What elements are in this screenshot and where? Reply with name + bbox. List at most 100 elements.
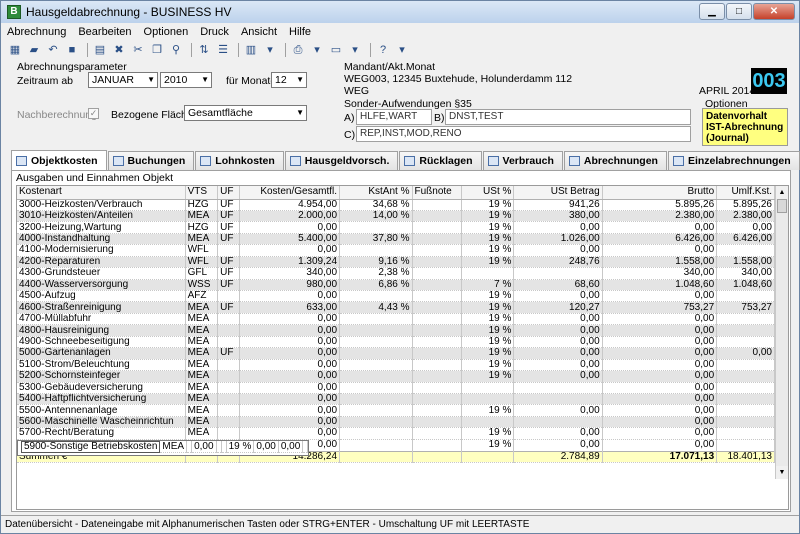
table-cell[interactable]: 0,00 bbox=[602, 347, 718, 360]
table-cell[interactable] bbox=[461, 416, 515, 429]
table-cell[interactable]: 0,00 bbox=[602, 221, 718, 234]
table-cell[interactable]: 0,00 bbox=[239, 324, 341, 337]
table-cell[interactable]: 0,00 bbox=[513, 244, 603, 257]
table-cell[interactable]: 0,00 bbox=[602, 393, 718, 406]
table-cell[interactable]: 1.558,00 bbox=[716, 256, 775, 269]
table-row[interactable]: 4700-Müllabfuhr MEA 0,00 19 % 0,00 0,00 bbox=[17, 313, 775, 326]
table-cell[interactable]: 19 % bbox=[461, 313, 515, 326]
table-cell[interactable]: 6,86 % bbox=[339, 279, 413, 292]
note-icon[interactable]: ▭ bbox=[328, 43, 344, 57]
table-cell[interactable]: 0,00 bbox=[513, 324, 603, 337]
table-cell[interactable]: 0,00 bbox=[602, 336, 718, 349]
table-cell[interactable]: AFZ bbox=[185, 290, 219, 303]
table-cell[interactable]: UF bbox=[217, 233, 241, 246]
table-cell[interactable]: 0,00 bbox=[513, 427, 603, 440]
table-cell[interactable]: 19 % bbox=[461, 439, 515, 452]
table-cell[interactable]: 1.026,00 bbox=[513, 233, 603, 246]
table-cell[interactable] bbox=[339, 290, 413, 303]
table-cell[interactable]: 5.400,00 bbox=[239, 233, 341, 246]
table-cell[interactable] bbox=[716, 427, 775, 440]
table-cell[interactable]: 0,00 bbox=[191, 441, 217, 454]
table-cell[interactable] bbox=[513, 416, 603, 429]
table-cell[interactable]: 340,00 bbox=[602, 267, 718, 280]
table-cell[interactable] bbox=[412, 267, 462, 280]
tab-verbrauch[interactable]: Verbrauch bbox=[482, 151, 563, 170]
table-cell[interactable]: 0,00 bbox=[239, 404, 341, 417]
table-cell[interactable]: MEA bbox=[185, 210, 219, 223]
col-kostenart[interactable]: Kostenart bbox=[17, 186, 186, 200]
table-cell[interactable]: 19 % bbox=[461, 359, 515, 372]
table-cell[interactable]: 5400-Haftpflichtversicherung bbox=[17, 393, 186, 406]
table-cell[interactable]: 0,00 bbox=[239, 393, 341, 406]
table-cell[interactable]: 0,00 bbox=[602, 404, 718, 417]
table-cell[interactable]: 2.000,00 bbox=[239, 210, 341, 223]
table-cell[interactable] bbox=[716, 336, 775, 349]
delete-document-icon[interactable]: ✖ bbox=[111, 43, 127, 57]
table-cell[interactable] bbox=[716, 439, 775, 452]
table-cell[interactable]: 5700-Recht/Beratung bbox=[17, 427, 186, 440]
table-cell[interactable]: 4000-Instandhaltung bbox=[17, 233, 186, 246]
table-cell[interactable]: 1.048,60 bbox=[716, 279, 775, 292]
table-cell[interactable] bbox=[716, 313, 775, 326]
table-cell[interactable]: 2.380,00 bbox=[602, 210, 718, 223]
table-cell[interactable]: UF bbox=[217, 279, 241, 292]
table-cell[interactable]: UF bbox=[217, 267, 241, 280]
table-cell[interactable]: 6.426,00 bbox=[716, 233, 775, 246]
chevron-down-icon[interactable]: ▾ bbox=[262, 43, 278, 57]
table-row[interactable]: 4100-Modernisierung WFL 0,00 19 % 0,00 0,00 bbox=[17, 244, 775, 257]
table-cell[interactable] bbox=[412, 359, 462, 372]
months-select[interactable]: 12 ▼ bbox=[271, 72, 307, 88]
table-cell[interactable]: 0,00 bbox=[602, 324, 718, 337]
optionen-box[interactable]: Datenvorhalt IST-Abrechnung (Journal) bbox=[702, 108, 788, 146]
table-cell[interactable]: 0,00 bbox=[513, 347, 603, 360]
table-cell[interactable]: 0,00 bbox=[239, 244, 341, 257]
table-cell[interactable]: MEA bbox=[185, 233, 219, 246]
flaeche-select[interactable]: Gesamtfläche ▼ bbox=[184, 105, 307, 121]
table-cell[interactable]: 4500-Aufzug bbox=[17, 290, 186, 303]
table-cell[interactable]: 0,00 bbox=[513, 290, 603, 303]
table-row[interactable]: 4600-Straßenreinigung MEA UF 633,00 4,43 % 19… bbox=[17, 301, 775, 314]
table-cell[interactable] bbox=[217, 404, 241, 417]
table-cell[interactable]: 5600-Maschinelle Wascheinrichtun bbox=[17, 416, 186, 429]
table-cell[interactable]: 340,00 bbox=[239, 267, 341, 280]
table-cell[interactable]: 5.895,26 bbox=[602, 199, 718, 211]
tab-abrechnungen[interactable]: Abrechnungen bbox=[563, 151, 667, 170]
table-cell[interactable] bbox=[513, 382, 603, 394]
col-kosten[interactable]: Kosten/Gesamtfl. bbox=[239, 186, 341, 200]
table-cell[interactable]: 5300-Gebäudeversicherung bbox=[17, 382, 186, 394]
table-cell[interactable]: MEA bbox=[185, 324, 219, 337]
table-row[interactable]: 5200-Schornsteinfeger MEA 0,00 19 % 0,00 0,00 bbox=[17, 370, 775, 383]
table-cell[interactable]: 1.558,00 bbox=[602, 256, 718, 269]
table-cell[interactable] bbox=[412, 199, 462, 211]
table-cell[interactable]: 0,00 bbox=[239, 427, 341, 440]
table-cell[interactable]: 5100-Strom/Beleuchtung bbox=[17, 359, 186, 372]
table-cell[interactable]: 19 % bbox=[461, 347, 515, 360]
folder-icon[interactable]: ▰ bbox=[26, 43, 42, 57]
table-cell[interactable]: 0,00 bbox=[716, 221, 775, 234]
table-cell[interactable]: 0,00 bbox=[602, 439, 718, 452]
table-cell[interactable] bbox=[412, 244, 462, 257]
table-cell[interactable] bbox=[339, 382, 413, 394]
table-cell[interactable]: MEA bbox=[185, 416, 219, 429]
table-cell[interactable]: 4200-Reparaturen bbox=[17, 256, 186, 269]
table-cell[interactable]: MEA bbox=[185, 404, 219, 417]
table-cell[interactable]: 0,00 bbox=[239, 313, 341, 326]
table-cell[interactable] bbox=[339, 439, 413, 452]
table-cell[interactable]: UF bbox=[217, 256, 241, 269]
table-cell[interactable]: HZG bbox=[185, 221, 219, 234]
table-row[interactable]: 4900-Schneebeseitigung MEA 0,00 19 % 0,00 0,0… bbox=[17, 336, 775, 349]
table-cell[interactable]: 19 % bbox=[461, 336, 515, 349]
table-cell[interactable]: 2.380,00 bbox=[716, 210, 775, 223]
menu-optionen[interactable]: Optionen bbox=[138, 26, 195, 38]
table-cell[interactable]: 3000-Heizkosten/Verbrauch bbox=[17, 199, 186, 211]
chevron-down-icon[interactable]: ▾ bbox=[309, 43, 325, 57]
table-cell[interactable] bbox=[339, 404, 413, 417]
table-cell[interactable]: HZG bbox=[185, 199, 219, 211]
scroll-thumb[interactable] bbox=[777, 199, 787, 213]
table-cell[interactable] bbox=[217, 370, 241, 383]
menu-abrechnung[interactable]: Abrechnung bbox=[1, 26, 72, 38]
table-row[interactable]: 5000-Gartenanlagen MEA UF 0,00 19 % 0,00 0,00 0… bbox=[17, 347, 775, 360]
table-cell[interactable] bbox=[217, 359, 241, 372]
table-cell[interactable]: 19 % bbox=[461, 233, 515, 246]
copy-icon[interactable]: ❐ bbox=[149, 43, 165, 57]
